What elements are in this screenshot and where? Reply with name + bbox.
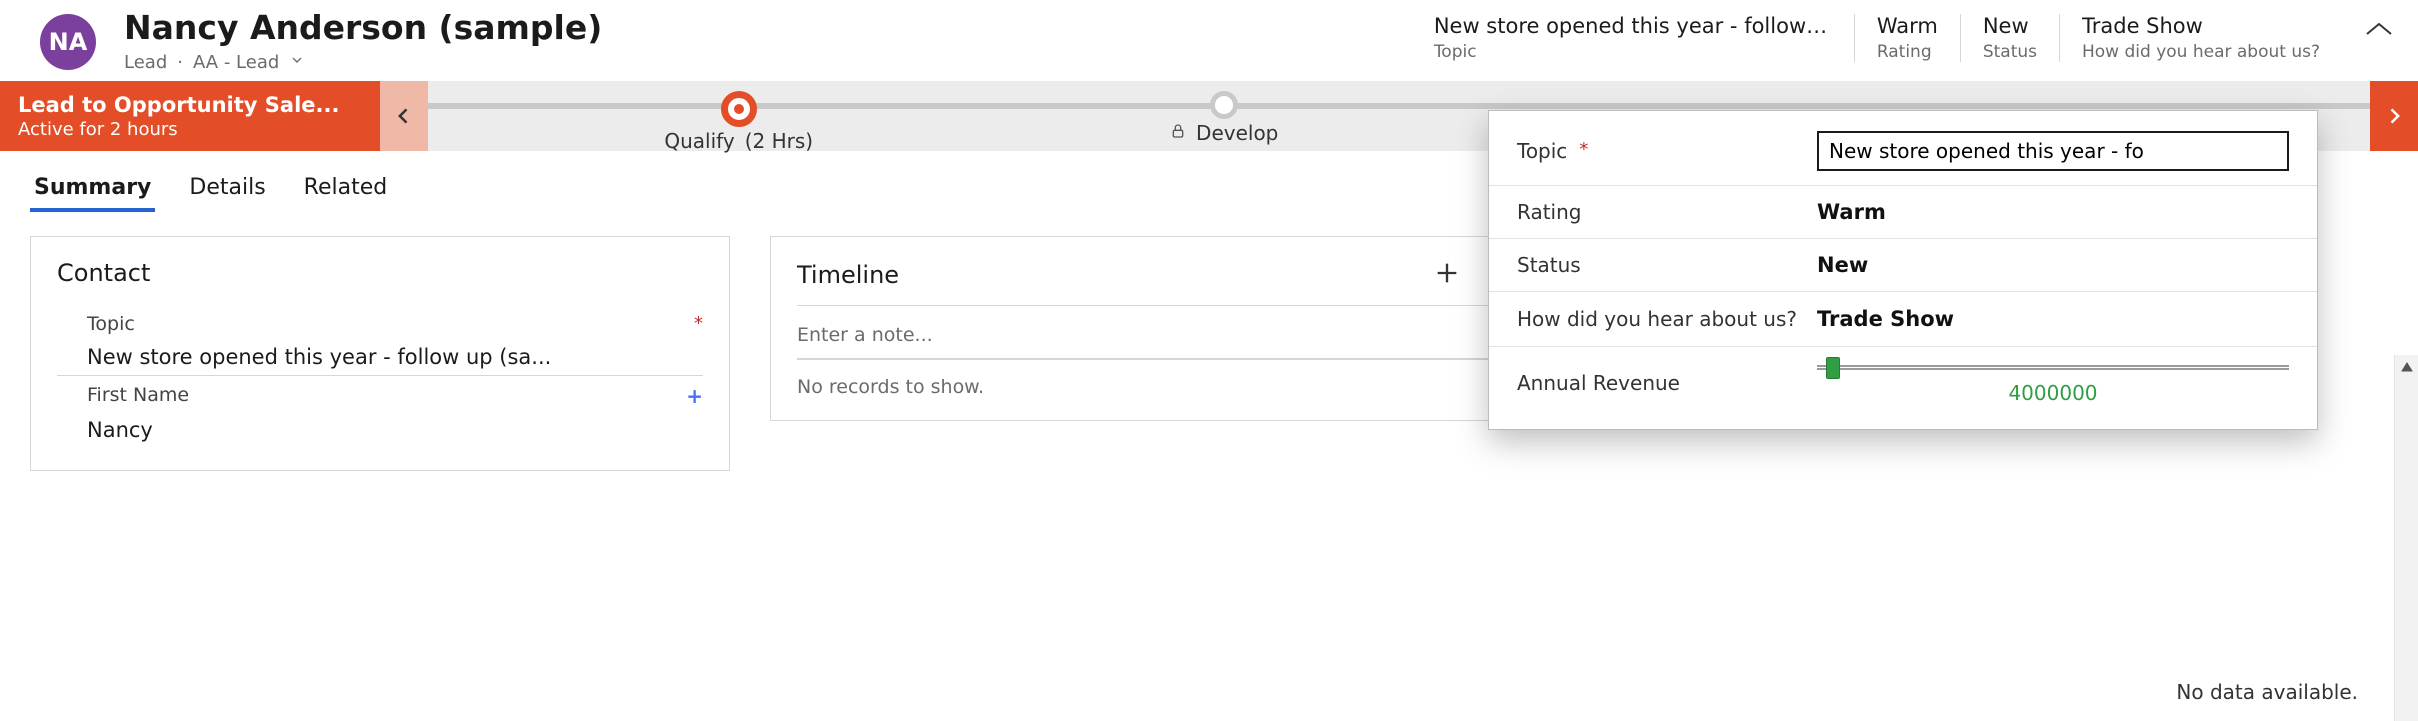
flyout-label: Status — [1517, 253, 1581, 277]
contact-panel-title: Contact — [57, 259, 703, 287]
header-field-source[interactable]: Trade Show How did you hear about us? — [2059, 14, 2342, 62]
add-icon[interactable] — [1433, 259, 1461, 291]
header-field-label: Topic — [1434, 42, 1832, 62]
header-field-value: Trade Show — [2082, 14, 2320, 38]
header-field-value: New — [1983, 14, 2037, 38]
header-fields: New store opened this year - follow up (… — [1434, 10, 2394, 62]
flyout-row-source[interactable]: How did you hear about us? Trade Show — [1489, 292, 2317, 347]
flyout-value: Warm — [1817, 200, 2289, 224]
slider-rail — [1817, 365, 2289, 367]
flyout-row-revenue[interactable]: Annual Revenue 4000000 — [1489, 347, 2317, 419]
slider-thumb[interactable] — [1826, 357, 1840, 379]
contact-panel: Contact Topic * New store opened this ye… — [30, 236, 730, 471]
required-marker: * — [694, 313, 703, 334]
flyout-label: Rating — [1517, 200, 1581, 224]
header-field-topic[interactable]: New store opened this year - follow up (… — [1434, 14, 1854, 62]
bpf-next-button[interactable] — [2370, 81, 2418, 151]
recommended-marker: + — [686, 384, 703, 408]
header-field-label: Status — [1983, 42, 2037, 62]
flyout-row-topic[interactable]: Topic * — [1489, 117, 2317, 186]
bpf-info[interactable]: Lead to Opportunity Sale... Active for 2… — [0, 81, 380, 151]
flyout-topic-input[interactable] — [1817, 131, 2289, 171]
revenue-slider-value: 4000000 — [1817, 381, 2289, 405]
lock-icon — [1170, 121, 1186, 145]
flyout-value: New — [1817, 253, 2289, 277]
bpf-name: Lead to Opportunity Sale... — [18, 93, 362, 117]
tab-details[interactable]: Details — [185, 175, 269, 212]
entity-label: Lead — [124, 52, 167, 73]
timeline-title: Timeline — [797, 261, 899, 289]
timeline-panel: Timeline Enter a note... No records to s… — [770, 236, 1550, 421]
no-data-text: No data available. — [2176, 680, 2358, 704]
revenue-slider[interactable] — [1817, 361, 2289, 373]
record-name: Nancy Anderson (sample) — [124, 10, 602, 46]
flyout-label: Annual Revenue — [1517, 371, 1680, 395]
flyout-label: How did you hear about us? — [1517, 306, 1797, 332]
header-field-rating[interactable]: Warm Rating — [1854, 14, 1960, 62]
bpf-stage-dot — [1210, 91, 1238, 119]
record-header: NA Nancy Anderson (sample) Lead · AA - L… — [0, 0, 2418, 81]
bpf-stage-label: Develop — [1170, 121, 1278, 145]
bpf-elapsed: Active for 2 hours — [18, 119, 362, 140]
form-name: AA - Lead — [193, 52, 279, 73]
stage-name: Develop — [1196, 121, 1278, 145]
tab-summary[interactable]: Summary — [30, 175, 155, 212]
record-subtitle[interactable]: Lead · AA - Lead — [124, 52, 602, 73]
field-label: First Name — [87, 384, 189, 406]
bpf-stage-develop[interactable]: Develop — [1094, 81, 1354, 145]
header-field-value: Warm — [1877, 14, 1938, 38]
flyout-row-status[interactable]: Status New — [1489, 239, 2317, 292]
field-value: Nancy — [87, 418, 703, 442]
field-topic[interactable]: Topic * New store opened this year - fol… — [57, 305, 703, 376]
avatar: NA — [40, 14, 96, 70]
timeline-note-input[interactable]: Enter a note... — [797, 306, 1523, 360]
field-first-name[interactable]: First Name + Nancy — [57, 376, 703, 448]
required-marker: * — [1579, 139, 1588, 160]
flyout-label: Topic — [1517, 139, 1567, 163]
header-field-status[interactable]: New Status — [1960, 14, 2059, 62]
tab-related[interactable]: Related — [300, 175, 392, 212]
separator: · — [177, 52, 183, 73]
bpf-stage-dot — [721, 91, 757, 127]
header-flyout: Topic * Rating Warm Status New How did y… — [1488, 110, 2318, 430]
bpf-stage-label: Qualify (2 Hrs) — [664, 129, 813, 153]
stage-duration: (2 Hrs) — [745, 129, 813, 153]
scroll-up-icon[interactable] — [2395, 355, 2418, 379]
stage-name: Qualify — [664, 129, 734, 153]
collapse-header-button[interactable] — [2364, 20, 2394, 42]
header-field-label: Rating — [1877, 42, 1938, 62]
header-field-value: New store opened this year - follow up (… — [1434, 14, 1832, 38]
bpf-stage-qualify[interactable]: Qualify (2 Hrs) — [609, 81, 869, 153]
chevron-down-icon[interactable] — [289, 52, 305, 73]
bpf-prev-button[interactable] — [380, 81, 428, 151]
flyout-value: Trade Show — [1817, 307, 2289, 331]
header-field-label: How did you hear about us? — [2082, 42, 2320, 62]
vertical-scrollbar[interactable] — [2394, 355, 2418, 721]
field-label: Topic — [87, 313, 135, 335]
field-value: New store opened this year - follow up (… — [87, 345, 703, 369]
title-block: Nancy Anderson (sample) Lead · AA - Lead — [124, 10, 602, 73]
flyout-row-rating[interactable]: Rating Warm — [1489, 186, 2317, 239]
timeline-empty-text: No records to show. — [797, 360, 1523, 398]
related-panel-empty: No data available. — [2176, 680, 2358, 704]
